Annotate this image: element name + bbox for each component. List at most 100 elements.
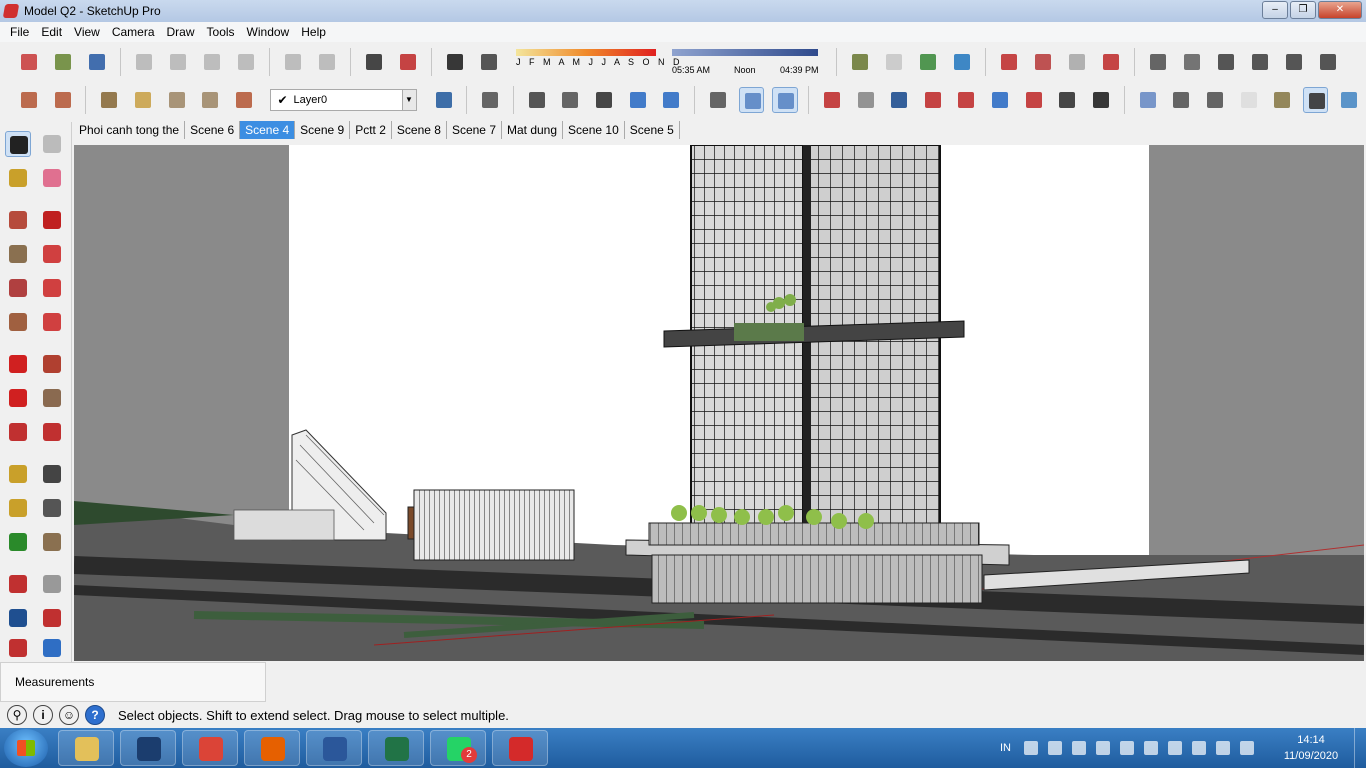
shaded-style-icon[interactable]	[1236, 87, 1262, 113]
pie-icon[interactable]	[5, 309, 31, 335]
new-file-icon[interactable]	[16, 49, 42, 75]
menu-help[interactable]: Help	[295, 25, 332, 39]
signal-icon[interactable]	[1240, 741, 1254, 755]
tab-scene-6[interactable]: Scene 6	[185, 121, 241, 139]
rectangle-icon[interactable]	[5, 207, 31, 233]
photoshop-icon[interactable]	[120, 730, 176, 766]
start-button[interactable]	[4, 729, 48, 767]
pan-icon[interactable]	[853, 87, 879, 113]
user-account-icon[interactable]: ☺	[59, 705, 79, 725]
right-view-icon[interactable]	[1247, 49, 1273, 75]
select-arrow-icon[interactable]	[5, 131, 31, 157]
dimension-icon[interactable]	[39, 461, 65, 487]
xray-icon[interactable]	[705, 87, 731, 113]
maximize-button[interactable]: ❐	[1290, 1, 1316, 19]
follow-me-icon[interactable]	[39, 385, 65, 411]
excel-icon[interactable]	[368, 730, 424, 766]
copy-icon[interactable]	[165, 49, 191, 75]
front-view-icon[interactable]	[1213, 49, 1239, 75]
tab-scene-5[interactable]: Scene 5	[625, 121, 680, 139]
left-view-icon[interactable]	[1315, 49, 1341, 75]
system-clock[interactable]: 14:14 11/09/2020	[1276, 732, 1346, 764]
word-icon[interactable]	[306, 730, 362, 766]
toggle-terrain-icon[interactable]	[881, 49, 907, 75]
push-pull-icon[interactable]	[39, 351, 65, 377]
language-indicator[interactable]: IN	[1000, 742, 1011, 754]
tab-mat-dung[interactable]: Mat dung	[502, 121, 564, 139]
menu-edit[interactable]: Edit	[35, 25, 68, 39]
sandbox-scratch-icon[interactable]	[130, 87, 156, 113]
chrome-icon[interactable]	[182, 730, 238, 766]
redo-icon[interactable]	[314, 49, 340, 75]
get-models-icon[interactable]	[915, 49, 941, 75]
model-viewport[interactable]	[74, 145, 1364, 661]
tools-tray-icon[interactable]	[1048, 741, 1062, 755]
previous-tool-icon[interactable]	[39, 635, 65, 661]
tab-scene-7[interactable]: Scene 7	[447, 121, 502, 139]
drape-icon[interactable]	[231, 87, 257, 113]
shadow-time-panel[interactable]: J F M A M J J A S O N D 05:35 AM Noon 04…	[512, 45, 824, 79]
back-edges-icon[interactable]	[1336, 87, 1362, 113]
network-share-tray-icon[interactable]	[1072, 741, 1086, 755]
shaded-icon[interactable]	[772, 87, 798, 113]
zoom-window-icon[interactable]	[920, 87, 946, 113]
sketchup-taskbar-icon[interactable]	[492, 730, 548, 766]
zoom-extents-icon[interactable]	[953, 87, 979, 113]
monochrome-style-icon[interactable]	[1302, 87, 1329, 113]
tab-scene-8[interactable]: Scene 8	[392, 121, 447, 139]
file-explorer-icon[interactable]	[58, 730, 114, 766]
minimize-button[interactable]: –	[1262, 1, 1288, 19]
model-info-icon[interactable]	[395, 49, 421, 75]
warehouse-icon[interactable]	[996, 49, 1022, 75]
wireframe-icon[interactable]	[1168, 87, 1194, 113]
iso-style-icon[interactable]	[1135, 87, 1161, 113]
smoove-icon[interactable]	[164, 87, 190, 113]
tape-measure-icon[interactable]	[5, 461, 31, 487]
zoom-icon[interactable]	[886, 87, 912, 113]
layer-dropdown[interactable]: ✔ Layer0 ▼	[270, 89, 417, 111]
help-icon[interactable]: ?	[85, 705, 105, 725]
tab-scene-4[interactable]: Scene 4	[240, 121, 296, 139]
orbit-icon[interactable]	[819, 87, 845, 113]
union-icon[interactable]	[591, 87, 617, 113]
make-component-icon[interactable]	[16, 87, 42, 113]
measurements-box[interactable]: Measurements	[0, 662, 266, 702]
cut-icon[interactable]	[131, 49, 157, 75]
circle-icon[interactable]	[5, 241, 31, 267]
drive-tray-icon[interactable]	[1120, 741, 1134, 755]
pan-tool-icon[interactable]	[39, 571, 65, 597]
back-view-icon[interactable]	[1281, 49, 1307, 75]
outer-shell-icon[interactable]	[524, 87, 550, 113]
firefox-icon[interactable]	[244, 730, 300, 766]
subtract-icon[interactable]	[625, 87, 651, 113]
paste-icon[interactable]	[199, 49, 225, 75]
menu-window[interactable]: Window	[241, 25, 296, 39]
three-point-arc-icon[interactable]	[39, 309, 65, 335]
undo-icon[interactable]	[280, 49, 306, 75]
scale-icon[interactable]	[5, 419, 31, 445]
3d-text-icon[interactable]	[39, 529, 65, 555]
eraser-icon[interactable]	[39, 165, 65, 191]
extension-warehouse-icon[interactable]	[1098, 49, 1124, 75]
tab-scene-10[interactable]: Scene 10	[563, 121, 625, 139]
position-camera-icon[interactable]	[1021, 87, 1047, 113]
pencil-icon[interactable]	[39, 207, 65, 233]
arc-icon[interactable]	[39, 275, 65, 301]
section-plane-icon[interactable]	[477, 87, 503, 113]
battery-icon[interactable]	[1192, 741, 1206, 755]
menu-camera[interactable]: Camera	[106, 25, 161, 39]
freehand-icon[interactable]	[39, 241, 65, 267]
stamp-icon[interactable]	[197, 87, 223, 113]
volume-icon[interactable]	[1168, 741, 1182, 755]
month-slider[interactable]	[516, 49, 656, 56]
paint-bucket-tool-icon[interactable]	[5, 165, 31, 191]
share-component-icon[interactable]	[1064, 49, 1090, 75]
previous-view-icon[interactable]	[987, 87, 1013, 113]
menu-tools[interactable]: Tools	[201, 25, 241, 39]
hidden-line-style-icon[interactable]	[1202, 87, 1228, 113]
chevron-down-icon[interactable]: ▼	[401, 90, 416, 110]
time-slider[interactable]	[672, 49, 818, 56]
upload-component-icon[interactable]	[1030, 49, 1056, 75]
layer-manager-icon[interactable]	[431, 87, 457, 113]
save-icon[interactable]	[84, 49, 110, 75]
